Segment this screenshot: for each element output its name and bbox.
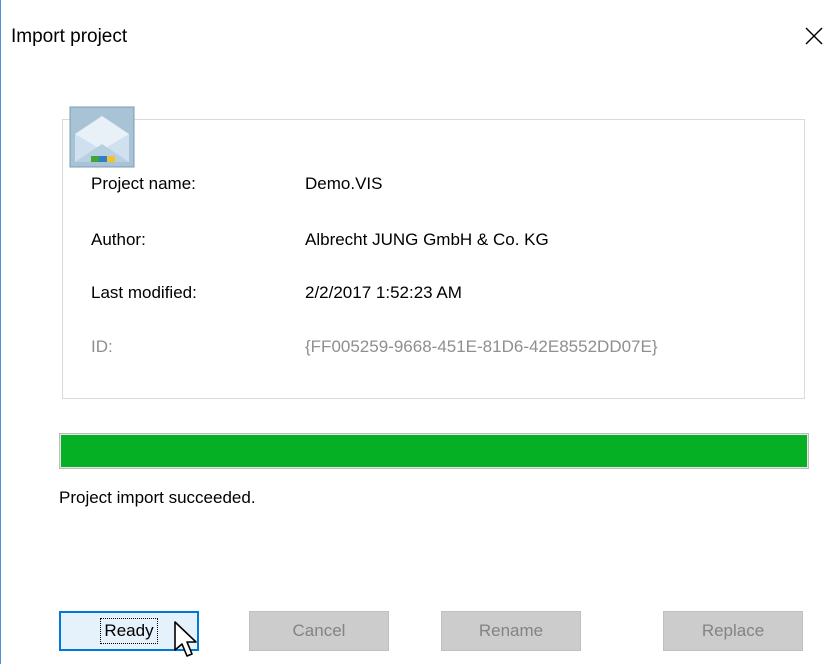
status-message: Project import succeeded. (59, 488, 256, 507)
id-value: {FF005259-9668-451E-81D6-42E8552DD07E} (305, 337, 658, 356)
title-bar: Import project (1, 0, 837, 78)
id-label: ID: (91, 337, 113, 356)
import-project-dialog: Import project Project name: Demo.VIS Au… (0, 0, 837, 664)
replace-button-label: Replace (701, 621, 765, 640)
ready-button[interactable]: Ready (59, 611, 199, 651)
last-modified-label: Last modified: (91, 283, 197, 302)
author-label: Author: (91, 230, 146, 249)
cancel-button[interactable]: Cancel (249, 611, 389, 651)
import-progress-bar (59, 433, 809, 469)
project-package-icon (69, 106, 135, 168)
dialog-title: Import project (11, 26, 128, 47)
rename-button-label: Rename (478, 621, 544, 640)
close-button[interactable] (791, 14, 837, 58)
author-value: Albrecht JUNG GmbH & Co. KG (305, 230, 549, 249)
rename-button[interactable]: Rename (441, 611, 581, 651)
close-icon (805, 27, 823, 45)
last-modified-value: 2/2/2017 1:52:23 AM (305, 283, 462, 302)
project-name-label: Project name: (91, 174, 196, 193)
cancel-button-label: Cancel (292, 621, 346, 640)
progress-fill (61, 435, 807, 467)
ready-button-label: Ready (100, 618, 158, 644)
project-name-value: Demo.VIS (305, 174, 383, 193)
project-info-group (62, 119, 805, 399)
replace-button[interactable]: Replace (663, 611, 803, 651)
